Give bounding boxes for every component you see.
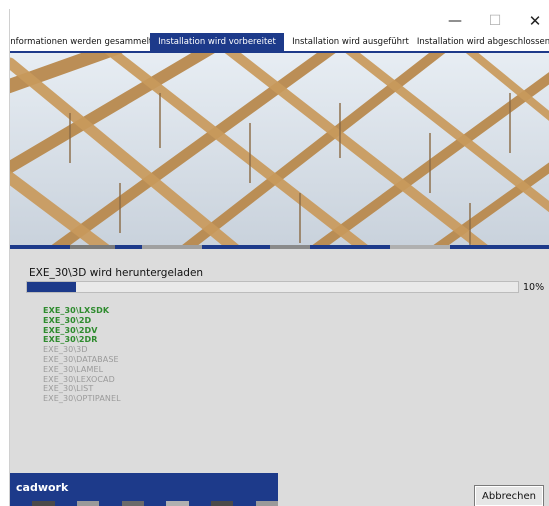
component-item: EXE_30\LIST [43,384,94,394]
cancel-button[interactable]: Abbrechen [474,485,544,506]
minimize-icon[interactable]: — [435,9,475,33]
step-tab-finishing: Installation wird abgeschlossen [417,33,549,53]
footer: cadwork Abbrechen [10,473,549,506]
banner-image [10,53,549,245]
close-icon[interactable]: ✕ [515,9,549,33]
status-text: EXE_30\3D wird heruntergeladen [29,267,204,279]
component-item: EXE_30\LEXOCAD [43,374,115,384]
component-item: EXE_30\DATABASE [43,354,119,364]
component-list: EXE_30\LXSDK EXE_30\2D EXE_30\2DV EXE_30… [43,306,121,404]
installer-window: — ☐ ✕ Informationen werden gesammelt Ins… [9,9,549,506]
progress-percentage: 10% [523,282,545,293]
component-item: EXE_30\2DV [43,325,98,335]
component-item: EXE_30\2D [43,315,92,325]
step-tabs: Informationen werden gesammelt Installat… [10,33,549,53]
component-item: EXE_30\LXSDK [43,306,110,315]
brand-strip [10,501,278,506]
progress-panel: EXE_30\3D wird heruntergeladen 10% EXE_3… [10,249,549,479]
component-item: EXE_30\2DR [43,335,98,345]
title-bar: — ☐ ✕ [10,9,549,33]
brand-logo: cadwork [10,473,278,501]
step-tab-preparing: Installation wird vorbereitet [150,33,284,53]
component-item: EXE_30\3D [43,345,88,355]
progress-fill [27,282,77,292]
timber-roof-image [10,53,549,245]
component-item: EXE_30\LAMEL [43,364,104,374]
maximize-icon[interactable]: ☐ [475,9,515,33]
step-tab-installing: Installation wird ausgeführt [284,33,417,53]
step-tab-collecting: Informationen werden gesammelt [10,33,150,53]
component-item: EXE_30\OPTIPANEL [43,394,121,404]
download-progress-bar [26,281,519,293]
